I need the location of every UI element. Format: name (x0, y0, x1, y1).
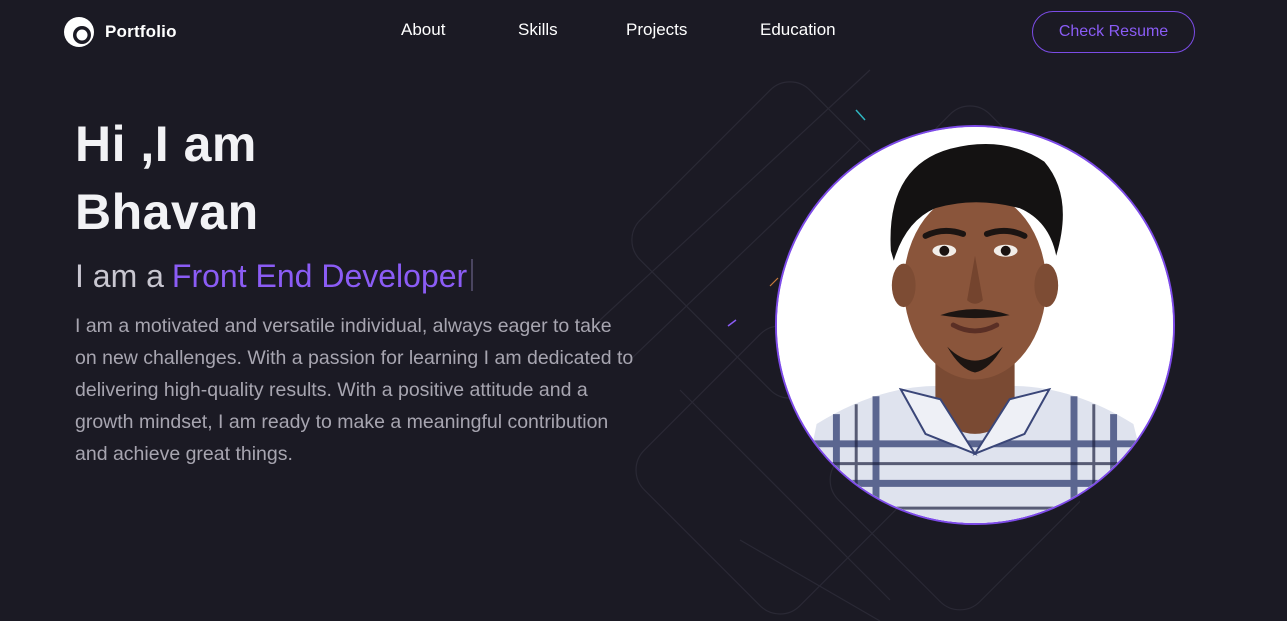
hero-name: Bhavan (75, 184, 259, 240)
check-resume-button[interactable]: Check Resume (1032, 11, 1195, 53)
hero-title: Hi ,I am Bhavan (75, 110, 259, 246)
role-typewriter-text: Front End Developer (171, 258, 468, 294)
nav-link-skills[interactable]: Skills (518, 20, 558, 40)
typing-caret (471, 259, 474, 291)
page: Portfolio About Skills Projects Educatio… (0, 0, 1287, 621)
hero-greeting: Hi ,I am (75, 116, 257, 172)
role-line: I am a Front End Developer (75, 256, 474, 296)
profile-photo-illustration (777, 127, 1173, 523)
profile-photo (775, 125, 1175, 525)
top-navigation: Portfolio About Skills Projects Educatio… (0, 0, 1287, 64)
nav-link-projects[interactable]: Projects (626, 20, 687, 40)
bio-paragraph: I am a motivated and versatile individua… (75, 315, 634, 465)
role-prefix: I am a (75, 258, 164, 294)
nav-link-about[interactable]: About (401, 20, 445, 40)
nav-link-education[interactable]: Education (760, 20, 836, 40)
